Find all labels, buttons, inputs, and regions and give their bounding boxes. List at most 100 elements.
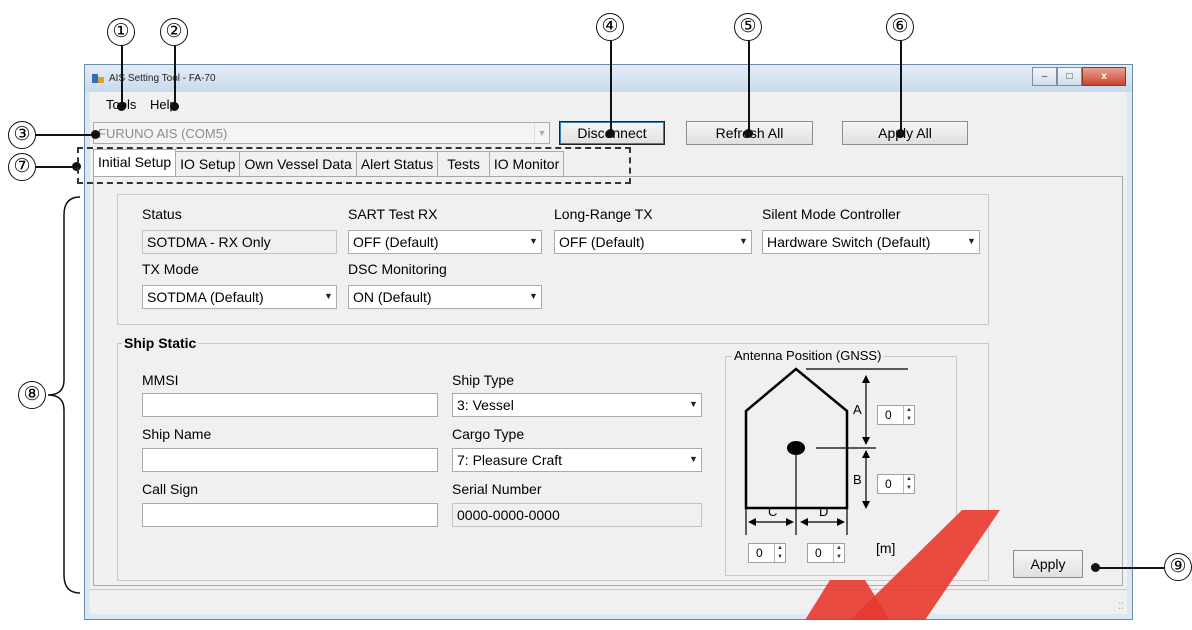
ship-static-title: Ship Static bbox=[122, 335, 199, 351]
chevron-down-icon: ▼ bbox=[534, 123, 549, 143]
antenna-c-value: 0 bbox=[756, 546, 763, 560]
callout-1-leader bbox=[121, 46, 123, 106]
ship-type-value: 3: Vessel bbox=[457, 397, 514, 413]
callout-4-leader bbox=[610, 41, 612, 133]
cargo-type-select[interactable]: 7: Pleasure Craft ▼ bbox=[452, 448, 702, 472]
antenna-b-value: 0 bbox=[885, 477, 892, 491]
long-range-tx-select[interactable]: OFF (Default) ▼ bbox=[554, 230, 752, 254]
antenna-b-label: B bbox=[853, 472, 862, 487]
serial-number-field: 0000-0000-0000 bbox=[452, 503, 702, 527]
silent-mode-select[interactable]: Hardware Switch (Default) ▼ bbox=[762, 230, 980, 254]
call-sign-label: Call Sign bbox=[142, 481, 199, 497]
serial-number-value: 0000-0000-0000 bbox=[457, 507, 560, 523]
callout-6-leader bbox=[900, 41, 902, 133]
app-icon bbox=[92, 74, 104, 83]
cargo-type-value: 7: Pleasure Craft bbox=[457, 452, 563, 468]
antenna-c-spinner[interactable]: 0 ▲ ▼ bbox=[748, 543, 786, 563]
spinner-icon[interactable]: ▲ ▼ bbox=[774, 544, 785, 562]
apply-button[interactable]: Apply bbox=[1013, 550, 1083, 578]
device-select-value: FURUNO AIS (COM5) bbox=[98, 126, 228, 141]
status-label: Status bbox=[142, 206, 182, 222]
cargo-type-label: Cargo Type bbox=[452, 426, 525, 442]
minimize-button[interactable]: – bbox=[1032, 67, 1057, 86]
callout-4: ④ bbox=[596, 13, 624, 41]
dsc-monitoring-label: DSC Monitoring bbox=[348, 261, 447, 277]
callout-7: ⑦ bbox=[8, 153, 36, 181]
antenna-unit-label: [m] bbox=[876, 540, 896, 556]
title-bar: AIS Setting Tool - FA-70 – □ x bbox=[85, 65, 1132, 92]
chevron-down-icon: ▼ bbox=[689, 454, 698, 464]
sart-test-rx-value: OFF (Default) bbox=[353, 234, 439, 250]
chevron-down-icon: ▼ bbox=[529, 291, 538, 301]
ship-static-group: Ship Static MMSI Ship Name Call Sign Shi… bbox=[117, 335, 989, 581]
chevron-down-icon: ▼ bbox=[689, 399, 698, 409]
callout-2-leader bbox=[174, 46, 176, 106]
status-field: SOTDMA - RX Only bbox=[142, 230, 337, 254]
apply-all-button[interactable]: Apply All bbox=[842, 121, 968, 145]
chevron-down-icon: ▼ bbox=[739, 236, 748, 246]
tab-area-brace bbox=[47, 196, 81, 594]
window-title: AIS Setting Tool - FA-70 bbox=[109, 73, 216, 84]
antenna-d-spinner[interactable]: 0 ▲ ▼ bbox=[807, 543, 845, 563]
dsc-monitoring-value: ON (Default) bbox=[353, 289, 432, 305]
callout-1-dot bbox=[117, 102, 126, 111]
tx-mode-value: SOTDMA (Default) bbox=[147, 289, 264, 305]
chevron-down-icon: ▼ bbox=[324, 291, 333, 301]
mmsi-label: MMSI bbox=[142, 372, 179, 388]
antenna-b-spinner[interactable]: 0 ▲ ▼ bbox=[877, 474, 915, 494]
silent-mode-value: Hardware Switch (Default) bbox=[767, 234, 931, 250]
maximize-button[interactable]: □ bbox=[1057, 67, 1082, 86]
antenna-position-group: Antenna Position (GNSS) A B C D 0 ▲ ▼ 0 … bbox=[725, 348, 957, 576]
antenna-a-value: 0 bbox=[885, 408, 892, 422]
callout-4-dot bbox=[606, 129, 615, 138]
callout-6-dot bbox=[896, 129, 905, 138]
silent-mode-label: Silent Mode Controller bbox=[762, 206, 901, 222]
tx-mode-select[interactable]: SOTDMA (Default) ▼ bbox=[142, 285, 337, 309]
tx-mode-label: TX Mode bbox=[142, 261, 199, 277]
close-button[interactable]: x bbox=[1082, 67, 1126, 86]
callout-9: ⑨ bbox=[1164, 553, 1192, 581]
callout-9-leader bbox=[1095, 567, 1164, 569]
spinner-icon[interactable]: ▲ ▼ bbox=[903, 406, 914, 424]
tab-initial-setup[interactable]: Initial Setup bbox=[93, 149, 177, 176]
sart-test-rx-label: SART Test RX bbox=[348, 206, 438, 222]
mmsi-field[interactable] bbox=[142, 393, 438, 417]
callout-2: ② bbox=[160, 18, 188, 46]
dsc-monitoring-select[interactable]: ON (Default) ▼ bbox=[348, 285, 542, 309]
antenna-a-label: A bbox=[853, 402, 862, 417]
ship-name-field[interactable] bbox=[142, 448, 438, 472]
long-range-tx-value: OFF (Default) bbox=[559, 234, 645, 250]
settings-group: Status SOTDMA - RX Only SART Test RX OFF… bbox=[117, 194, 989, 325]
client-area: FURUNO AIS (COM5) ▼ Disconnect Refresh A… bbox=[90, 116, 1127, 614]
callout-3-leader bbox=[36, 134, 94, 136]
callout-5: ⑤ bbox=[734, 13, 762, 41]
callout-3-dot bbox=[91, 130, 100, 139]
serial-number-label: Serial Number bbox=[452, 481, 542, 497]
spinner-icon[interactable]: ▲ ▼ bbox=[833, 544, 844, 562]
call-sign-field[interactable] bbox=[142, 503, 438, 527]
chevron-down-icon: ▼ bbox=[967, 236, 976, 246]
callout-1: ① bbox=[107, 18, 135, 46]
callout-8: ⑧ bbox=[18, 381, 46, 409]
ship-type-select[interactable]: 3: Vessel ▼ bbox=[452, 393, 702, 417]
resize-grip-icon[interactable]: ⁚⁚ bbox=[1118, 601, 1124, 612]
antenna-d-label: D bbox=[819, 504, 829, 519]
status-bar: ⁚⁚ bbox=[90, 589, 1127, 614]
ship-name-label: Ship Name bbox=[142, 426, 212, 442]
long-range-tx-label: Long-Range TX bbox=[554, 206, 653, 222]
antenna-a-spinner[interactable]: 0 ▲ ▼ bbox=[877, 405, 915, 425]
sart-test-rx-select[interactable]: OFF (Default) ▼ bbox=[348, 230, 542, 254]
callout-3: ③ bbox=[8, 121, 36, 149]
callout-7-leader bbox=[36, 166, 76, 168]
callout-5-leader bbox=[748, 41, 750, 133]
antenna-d-value: 0 bbox=[815, 546, 822, 560]
chevron-down-icon: ▼ bbox=[529, 236, 538, 246]
window-controls: – □ x bbox=[1032, 67, 1126, 86]
spinner-icon[interactable]: ▲ ▼ bbox=[903, 475, 914, 493]
callout-6: ⑥ bbox=[886, 13, 914, 41]
callout-2-dot bbox=[170, 102, 179, 111]
menu-bar: Tools Help bbox=[90, 92, 1127, 116]
callout-5-dot bbox=[744, 129, 753, 138]
ship-type-label: Ship Type bbox=[452, 372, 515, 388]
device-select[interactable]: FURUNO AIS (COM5) ▼ bbox=[93, 122, 550, 144]
